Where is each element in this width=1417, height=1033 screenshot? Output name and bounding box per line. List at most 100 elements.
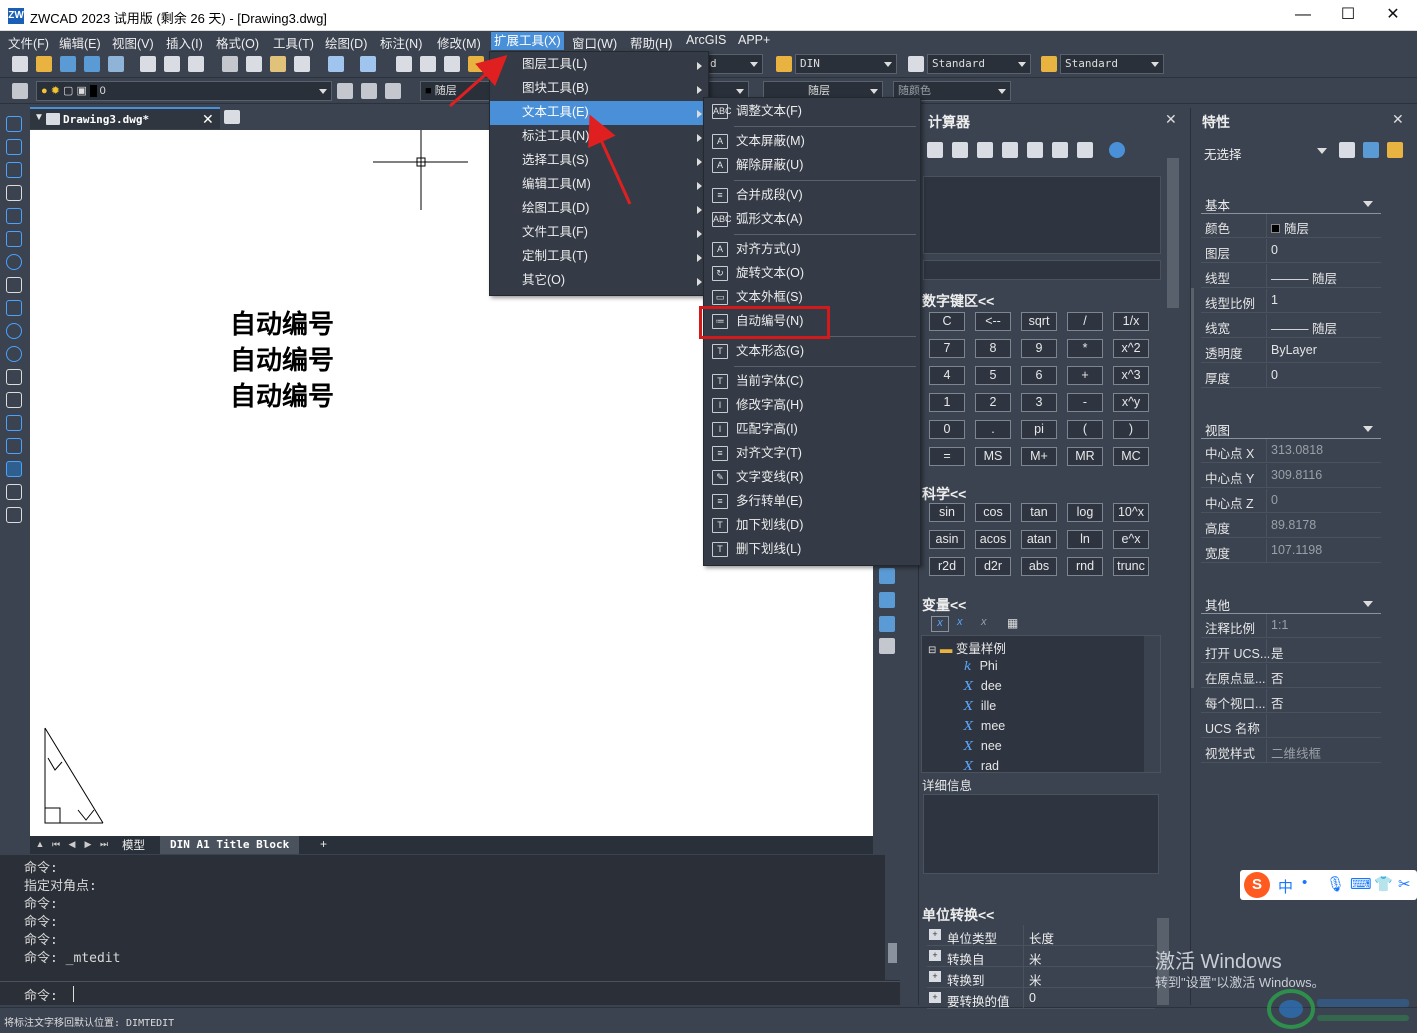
preview-icon[interactable] (164, 56, 180, 72)
paste-icon[interactable] (270, 56, 286, 72)
copy-icon[interactable] (246, 56, 262, 72)
unit-row[interactable]: + 转换自 米 (927, 946, 1155, 967)
calc-key[interactable]: . (975, 420, 1011, 439)
sheet-set-icon[interactable] (108, 56, 124, 72)
property-row[interactable]: 中心点 X 313.0818 (1201, 439, 1381, 463)
unit-row[interactable]: + 要转换的值 0 (927, 988, 1155, 1009)
cut-icon[interactable] (222, 56, 238, 72)
property-row[interactable]: 宽度 107.1198 (1201, 539, 1381, 563)
menu-arcgis[interactable]: ArcGIS (686, 33, 726, 47)
property-group-header[interactable]: 基本 (1201, 194, 1381, 214)
distance-icon[interactable] (1027, 142, 1043, 158)
property-row[interactable]: 厚度 0 (1201, 364, 1381, 388)
variable-item[interactable]: Xdee (964, 678, 1002, 693)
select-objects-icon[interactable] (1363, 142, 1379, 158)
open-icon[interactable] (36, 56, 52, 72)
variable-item[interactable]: Xmee (964, 718, 1005, 733)
canvas-text[interactable]: 自动编号 (230, 376, 334, 413)
print-icon[interactable] (140, 56, 156, 72)
paste-to-cmd-icon[interactable] (977, 142, 993, 158)
pickadd-icon[interactable] (1339, 142, 1355, 158)
calc-function-key[interactable]: abs (1021, 557, 1057, 576)
menu-item[interactable]: 定制工具(T) (490, 245, 708, 269)
property-row[interactable]: 线型比例 1 (1201, 289, 1381, 313)
calc-key[interactable]: - (1067, 393, 1103, 412)
menu-item[interactable]: 图块工具(B) (490, 77, 708, 101)
calc-key[interactable]: ) (1113, 420, 1149, 439)
scientific-section-title[interactable]: 科学<< (922, 484, 966, 504)
calc-key[interactable]: 7 (929, 339, 965, 358)
calc-key[interactable]: 1/x (1113, 312, 1149, 331)
last-layout-icon[interactable]: ⏭ (98, 838, 110, 850)
calc-key[interactable]: ( (1067, 420, 1103, 439)
collapse-icon[interactable]: ⊟ (928, 645, 936, 656)
menu-item[interactable]: ABC 调整文本(F) (704, 100, 920, 124)
chevron-down-icon[interactable] (1363, 201, 1373, 207)
menu-item[interactable]: 标注工具(N) (490, 125, 708, 149)
calc-key[interactable]: + (1067, 366, 1103, 385)
ellipse-arc-icon[interactable] (6, 346, 22, 362)
angle-icon[interactable] (1052, 142, 1068, 158)
menu-item[interactable]: I 修改字高(H) (704, 394, 920, 418)
chevron-down-icon[interactable] (1317, 148, 1327, 154)
mtext-icon[interactable] (6, 507, 22, 523)
calc-key[interactable]: MR (1067, 447, 1103, 466)
steering-wheel-icon[interactable] (879, 568, 895, 584)
selection-combo[interactable]: 无选择 (1204, 144, 1242, 163)
menu-item[interactable]: 文件工具(F) (490, 221, 708, 245)
menu-item[interactable]: ABC 弧形文本(A) (704, 208, 920, 232)
publish-icon[interactable] (188, 56, 204, 72)
maximize-button[interactable]: ☐ (1325, 4, 1371, 26)
layer-previous-icon[interactable] (361, 83, 377, 99)
menu-item[interactable]: T 删下划线(L) (704, 538, 920, 562)
layer-combo[interactable]: ● ✹ ▢ ▣ ■ 0 (36, 81, 332, 101)
menu-item[interactable]: 绘图工具(D) (490, 197, 708, 221)
new-icon[interactable] (12, 56, 28, 72)
property-row[interactable]: 透明度 ByLayer (1201, 339, 1381, 363)
variable-item[interactable]: Xrad (964, 758, 999, 773)
variables-scrollbar[interactable] (1144, 636, 1160, 772)
expand-icon[interactable]: + (929, 971, 941, 982)
property-group-header[interactable]: 视图 (1201, 419, 1381, 439)
circle-icon[interactable] (6, 254, 22, 270)
property-row[interactable]: 线型 ——— 随层 (1201, 264, 1381, 288)
skin-icon[interactable]: 👕 (1374, 875, 1393, 893)
prev-layout-icon[interactable]: ◀ (66, 838, 78, 850)
intersection-icon[interactable] (1077, 142, 1093, 158)
tab-model[interactable]: 模型 (122, 837, 145, 853)
variable-item[interactable]: k Phi (964, 658, 998, 673)
revcloud-icon[interactable] (6, 277, 22, 293)
menu-item[interactable]: T 加下划线(D) (704, 514, 920, 538)
menu-item[interactable]: ≡ 合并成段(V) (704, 184, 920, 208)
redo-icon[interactable] (360, 56, 376, 72)
xline-icon[interactable] (6, 139, 22, 155)
menu-item[interactable]: 选择工具(S) (490, 149, 708, 173)
add-layout-tab[interactable]: + (320, 837, 327, 851)
property-row[interactable]: 每个视口... 否 (1201, 689, 1381, 713)
color-combo[interactable]: ■ 随层 (420, 81, 490, 101)
calc-function-key[interactable]: asin (929, 530, 965, 549)
property-row[interactable]: 颜色 随层 (1201, 214, 1381, 238)
hatch-icon[interactable] (6, 438, 22, 454)
menu-item[interactable]: 其它(O) (490, 269, 708, 293)
calc-function-key[interactable]: sin (929, 503, 965, 522)
layer-state-icon[interactable] (385, 83, 401, 99)
first-layout-icon[interactable]: ⏮ (50, 838, 62, 850)
canvas-text[interactable]: 自动编号 (230, 340, 334, 377)
property-row[interactable]: 线宽 ——— 随层 (1201, 314, 1381, 338)
calc-key[interactable]: 1 (929, 393, 965, 412)
menu-tools[interactable]: 工具(T) (273, 33, 314, 52)
tab-din-a1-title-block[interactable]: DIN A1 Title Block (160, 836, 300, 854)
menu-extension-tools[interactable]: 扩展工具(X) (491, 32, 564, 50)
calc-function-key[interactable]: rnd (1067, 557, 1103, 576)
table-icon[interactable] (6, 484, 22, 500)
property-row[interactable]: 视觉样式 二维线框 (1201, 739, 1381, 763)
insert-block-icon[interactable] (6, 369, 22, 385)
history-icon[interactable] (952, 142, 968, 158)
help-icon[interactable] (1109, 142, 1125, 158)
command-scrollbar[interactable] (885, 855, 900, 980)
calc-key[interactable]: C (929, 312, 965, 331)
calc-key[interactable]: MC (1113, 447, 1149, 466)
menu-item[interactable]: ✎ 文字变线(R) (704, 466, 920, 490)
calc-function-key[interactable]: acos (975, 530, 1011, 549)
